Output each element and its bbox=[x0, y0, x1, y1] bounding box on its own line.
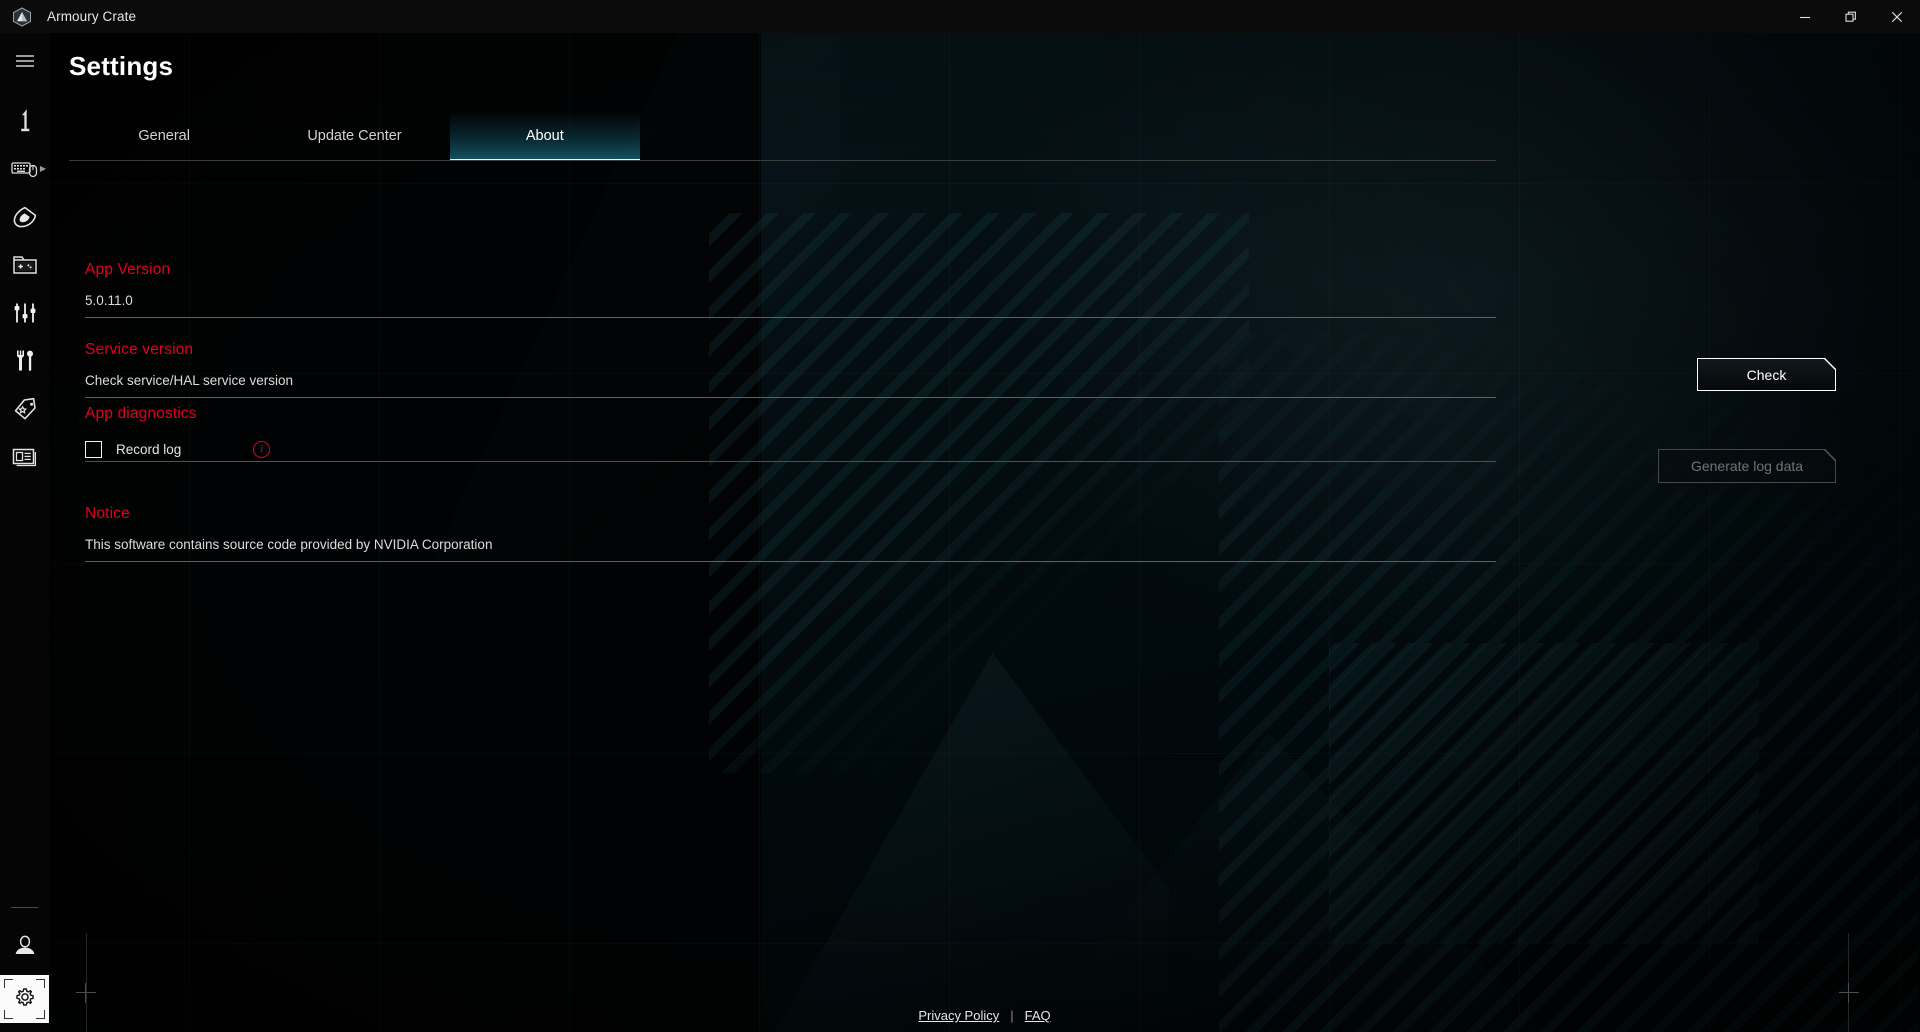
decor-crosshair-left bbox=[76, 983, 96, 1003]
device-monitor-icon bbox=[14, 108, 36, 134]
bracket-top-left bbox=[4, 979, 13, 988]
check-button-label: Check bbox=[1746, 366, 1787, 383]
sidebar-divider bbox=[11, 907, 38, 908]
sidebar-item-user-center[interactable] bbox=[0, 921, 49, 969]
button-corner-notch bbox=[1823, 449, 1836, 462]
sidebar-item-peripherals[interactable]: ▶ bbox=[0, 145, 49, 193]
gear-icon bbox=[13, 985, 37, 1014]
app-version-value: 5.0.11.0 bbox=[85, 293, 1496, 318]
tools-icon bbox=[12, 348, 38, 374]
minimize-button[interactable] bbox=[1782, 0, 1828, 33]
tab-general[interactable]: General bbox=[69, 111, 259, 161]
sidebar-item-featured[interactable] bbox=[0, 385, 49, 433]
footer-links: Privacy Policy | FAQ bbox=[49, 1008, 1920, 1023]
notice-heading: Notice bbox=[85, 505, 130, 522]
bracket-bottom-right bbox=[36, 1010, 45, 1019]
game-library-icon bbox=[12, 254, 38, 276]
bracket-bottom-left bbox=[4, 1010, 13, 1019]
sidebar-item-game-library[interactable] bbox=[0, 241, 49, 289]
hamburger-menu-icon bbox=[15, 54, 35, 68]
restore-button[interactable] bbox=[1828, 0, 1874, 33]
tab-general-label: General bbox=[138, 128, 190, 144]
news-card-icon bbox=[12, 447, 38, 467]
tabs-underline bbox=[69, 160, 1496, 161]
keyboard-mouse-icon bbox=[10, 159, 39, 179]
aura-sync-icon bbox=[12, 205, 38, 229]
section-notice: Notice This software contains source cod… bbox=[85, 505, 1496, 562]
settings-tabs: General Update Center About bbox=[69, 111, 641, 161]
user-profile-icon bbox=[13, 933, 37, 957]
button-corner-notch bbox=[1823, 358, 1836, 371]
generate-log-data-button[interactable]: Generate log data bbox=[1658, 449, 1836, 483]
notice-value: This software contains source code provi… bbox=[85, 537, 1496, 562]
faq-link[interactable]: FAQ bbox=[1025, 1008, 1051, 1023]
close-button[interactable] bbox=[1874, 0, 1920, 33]
record-log-label: Record log bbox=[116, 441, 182, 457]
armoury-crate-hex-logo-icon bbox=[11, 6, 33, 28]
tab-update-center[interactable]: Update Center bbox=[259, 111, 449, 161]
section-service-version: Service version Check service/HAL servic… bbox=[85, 341, 1496, 398]
sidebar: ▶ bbox=[0, 33, 49, 1032]
sliders-icon bbox=[13, 301, 37, 325]
record-log-checkbox[interactable] bbox=[85, 440, 102, 458]
tag-featured-icon bbox=[12, 397, 38, 421]
app-diagnostics-divider bbox=[85, 461, 1496, 462]
section-app-diagnostics: App diagnostics Record log i bbox=[85, 405, 1496, 462]
title-bar: Armoury Crate bbox=[0, 0, 1920, 33]
decor-crosshair-right bbox=[1839, 983, 1859, 1003]
sidebar-item-settings[interactable] bbox=[0, 975, 49, 1023]
bracket-top-right bbox=[36, 979, 45, 988]
tab-update-center-label: Update Center bbox=[307, 128, 402, 144]
sidebar-item-news[interactable] bbox=[0, 433, 49, 481]
section-app-version: App Version 5.0.11.0 bbox=[85, 261, 1496, 318]
footer-separator: | bbox=[1010, 1008, 1014, 1023]
privacy-policy-link[interactable]: Privacy Policy bbox=[918, 1008, 999, 1023]
sidebar-item-menu[interactable] bbox=[0, 37, 49, 85]
tab-about-label: About bbox=[525, 128, 564, 144]
app-diagnostics-heading: App diagnostics bbox=[85, 405, 197, 422]
chevron-right-icon: ▶ bbox=[39, 164, 46, 173]
sidebar-item-scenario-profiles[interactable] bbox=[0, 289, 49, 337]
settings-content: Settings General Update Center About App… bbox=[49, 33, 1920, 1032]
sidebar-item-aura-sync[interactable] bbox=[0, 193, 49, 241]
app-version-heading: App Version bbox=[85, 261, 171, 278]
sidebar-item-tools[interactable] bbox=[0, 337, 49, 385]
check-service-version-button[interactable]: Check bbox=[1697, 358, 1836, 391]
generate-log-data-label: Generate log data bbox=[1690, 458, 1804, 474]
service-version-value: Check service/HAL service version bbox=[85, 373, 1496, 398]
sidebar-item-device[interactable] bbox=[0, 97, 49, 145]
record-log-row: Record log i bbox=[85, 437, 1496, 461]
page-title: Settings bbox=[69, 51, 174, 81]
main-stage: Settings General Update Center About App… bbox=[49, 33, 1920, 1032]
tab-about[interactable]: About bbox=[449, 111, 641, 161]
app-title: Armoury Crate bbox=[47, 9, 137, 24]
info-circle-icon[interactable]: i bbox=[253, 440, 271, 458]
service-version-heading: Service version bbox=[85, 341, 194, 358]
